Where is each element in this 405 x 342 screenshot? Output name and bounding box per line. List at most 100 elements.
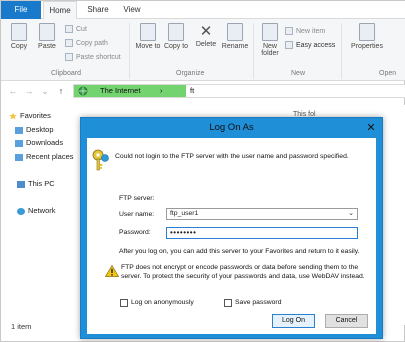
copy-path-label: Copy path [76, 39, 108, 47]
copy-label: Copy [10, 43, 28, 50]
user-name-label: User name: [119, 211, 155, 218]
recent-places-icon [15, 153, 23, 161]
new-folder-button[interactable]: New folder [257, 23, 283, 57]
ribbon-separator [129, 23, 130, 79]
copy-to-label: Copy to [163, 43, 189, 50]
ribbon-tabs: File Home Share View [1, 1, 405, 19]
dialog-close-button[interactable]: ✕ [364, 121, 378, 135]
copy-path-button[interactable]: Copy path [65, 39, 108, 47]
cut-label: Cut [76, 25, 87, 33]
login-error-message: Could not login to the FTP server with t… [115, 153, 349, 160]
clipboard-group-label: Clipboard [51, 70, 81, 77]
star-icon [9, 112, 17, 120]
nav-item-recent-places[interactable]: Recent places [15, 152, 74, 161]
nav-downloads-label: Downloads [26, 138, 64, 147]
log-on-anonymously-checkbox[interactable] [120, 299, 128, 307]
move-to-label: Move to [135, 43, 161, 50]
password-field[interactable]: •••••••• [166, 227, 358, 239]
scissors-icon [65, 25, 73, 33]
log-on-anonymously-label[interactable]: Log on anonymously [131, 299, 194, 306]
paste-shortcut-label: Paste shortcut [76, 53, 121, 61]
paste-button[interactable]: Paste [35, 23, 59, 50]
nav-item-desktop[interactable]: Desktop [15, 125, 54, 134]
cancel-button[interactable]: Cancel [325, 314, 368, 328]
easy-access-icon [285, 41, 293, 49]
computer-icon [17, 180, 25, 188]
delete-x-icon: ✕ [199, 23, 213, 40]
favorites-hint-text: After you log on, you can add this serve… [119, 248, 360, 255]
tab-home[interactable]: Home [43, 1, 77, 19]
open-group-label: Open [379, 70, 397, 77]
recent-locations-button[interactable]: ⌄ [39, 85, 51, 97]
dialog-body: Could not login to the FTP server with t… [87, 138, 376, 334]
nav-this-pc-label: This PC [28, 179, 55, 188]
status-bar-item-count: 1 item [11, 322, 32, 331]
paste-shortcut-button[interactable]: Paste shortcut [65, 53, 121, 61]
address-bar[interactable]: The Internet › ft [73, 84, 405, 98]
move-to-button[interactable]: Move to [135, 23, 161, 50]
security-warning-text: FTP does not encrypt or encode passwords… [121, 264, 365, 280]
organize-group-label: Organize [176, 70, 205, 77]
copy-path-icon [65, 39, 73, 47]
nav-item-downloads[interactable]: Downloads [15, 138, 63, 147]
key-icon [92, 149, 109, 171]
ribbon-separator [253, 23, 254, 79]
delete-button[interactable]: ✕ Delete [193, 23, 219, 48]
copy-to-button[interactable]: Copy to [163, 23, 189, 50]
clipboard-icon [39, 23, 55, 41]
copy-button[interactable]: Copy [7, 23, 31, 50]
new-group-label: New [291, 70, 306, 77]
save-password-label[interactable]: Save password [235, 299, 281, 306]
tab-file[interactable]: File [1, 1, 41, 19]
desktop-icon [15, 126, 23, 134]
paste-shortcut-icon [65, 53, 73, 61]
nav-desktop-label: Desktop [26, 125, 54, 134]
rename-label: Rename [221, 43, 249, 50]
user-name-value: ftp_user1 [170, 210, 199, 217]
nav-item-this-pc[interactable]: This PC [17, 179, 55, 188]
password-label: Password: [119, 229, 151, 236]
ftp-server-label: FTP server: [119, 195, 155, 202]
dialog-title: Log On As [209, 122, 254, 133]
rename-icon [227, 23, 243, 41]
nav-item-favorites[interactable]: Favorites [9, 111, 51, 120]
nav-item-network[interactable]: Network [17, 206, 56, 215]
tab-share[interactable]: Share [81, 1, 115, 19]
rename-button[interactable]: Rename [221, 23, 249, 50]
chevron-down-icon[interactable]: ⌄ [348, 209, 354, 219]
warning-icon [105, 265, 119, 277]
new-folder-icon [262, 23, 278, 41]
nav-recent-places-label: Recent places [26, 152, 74, 161]
properties-label: Properties [351, 43, 383, 50]
cut-button[interactable]: Cut [65, 25, 87, 33]
copy-icon [11, 23, 27, 41]
paste-label: Paste [38, 43, 56, 50]
new-item-icon [285, 27, 293, 35]
log-on-button[interactable]: Log On [272, 314, 315, 328]
easy-access-label: Easy access [296, 41, 336, 49]
forward-button[interactable]: → [23, 85, 35, 97]
new-item-label: New item [296, 27, 326, 35]
copy-to-icon [168, 23, 184, 41]
properties-button[interactable]: Properties [347, 23, 387, 50]
tab-view[interactable]: View [115, 1, 149, 19]
internet-globe-icon [78, 86, 88, 96]
easy-access-button[interactable]: Easy access [285, 41, 335, 49]
nav-favorites-label: Favorites [20, 111, 51, 120]
navigation-pane: Favorites Desktop Downloads Recent place… [1, 105, 81, 325]
new-item-button[interactable]: New item [285, 27, 325, 35]
properties-icon [359, 23, 375, 41]
log-on-as-dialog: Log On As ✕ Could not login to the FTP s… [80, 117, 383, 339]
address-chevron-icon[interactable]: › [160, 85, 163, 97]
up-button[interactable]: ↑ [55, 85, 67, 97]
address-segment-ftp[interactable]: ft [190, 85, 194, 97]
delete-label: Delete [195, 41, 217, 48]
save-password-checkbox[interactable] [224, 299, 232, 307]
ribbon-separator [341, 23, 342, 79]
address-bar-row: ← → ⌄ ↑ The Internet › ft [1, 83, 405, 99]
back-button[interactable]: ← [7, 85, 19, 97]
new-folder-label: New folder [261, 43, 279, 57]
address-segment-internet[interactable]: The Internet [100, 85, 140, 97]
user-name-field[interactable]: ftp_user1 ⌄ [166, 208, 358, 220]
network-icon [17, 207, 25, 215]
